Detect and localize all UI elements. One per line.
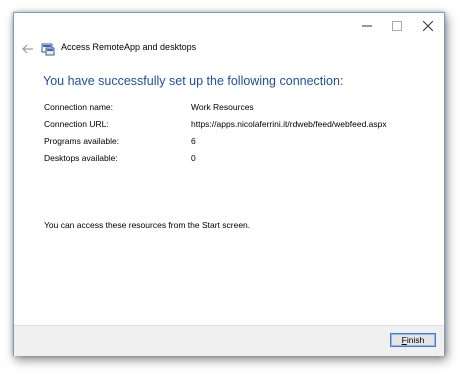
close-button[interactable] xyxy=(414,16,442,36)
finish-button[interactable]: Finish xyxy=(390,333,436,347)
back-button[interactable] xyxy=(20,41,36,57)
back-arrow-icon xyxy=(22,44,33,54)
wizard-header: Access RemoteApp and desktops xyxy=(14,39,444,59)
minimize-button[interactable] xyxy=(353,16,381,36)
detail-value: Work Resources xyxy=(191,102,254,112)
detail-label: Programs available: xyxy=(44,136,120,146)
info-text: You can access these resources from the … xyxy=(44,220,251,230)
detail-label: Connection name: xyxy=(44,102,113,112)
detail-label: Desktops available: xyxy=(44,153,118,163)
wizard-footer: Finish xyxy=(14,325,444,356)
maximize-button[interactable] xyxy=(383,16,411,36)
detail-label: Connection URL: xyxy=(44,119,109,129)
title-bar xyxy=(14,13,444,39)
detail-value: 6 xyxy=(191,136,196,146)
close-icon xyxy=(423,21,433,31)
remoteapp-icon xyxy=(41,42,55,56)
finish-label: inish xyxy=(406,335,425,345)
window-title: Access RemoteApp and desktops xyxy=(61,42,197,52)
detail-value: 0 xyxy=(191,153,196,163)
maximize-icon xyxy=(392,21,402,31)
wizard-window: Access RemoteApp and desktops You have s… xyxy=(13,12,445,356)
screenshot-canvas: Access RemoteApp and desktops You have s… xyxy=(0,0,474,384)
minimize-icon xyxy=(362,25,372,27)
page-heading: You have successfully set up the followi… xyxy=(43,74,344,88)
detail-value: https://apps.nicolaferrini.it/rdweb/feed… xyxy=(191,119,387,129)
